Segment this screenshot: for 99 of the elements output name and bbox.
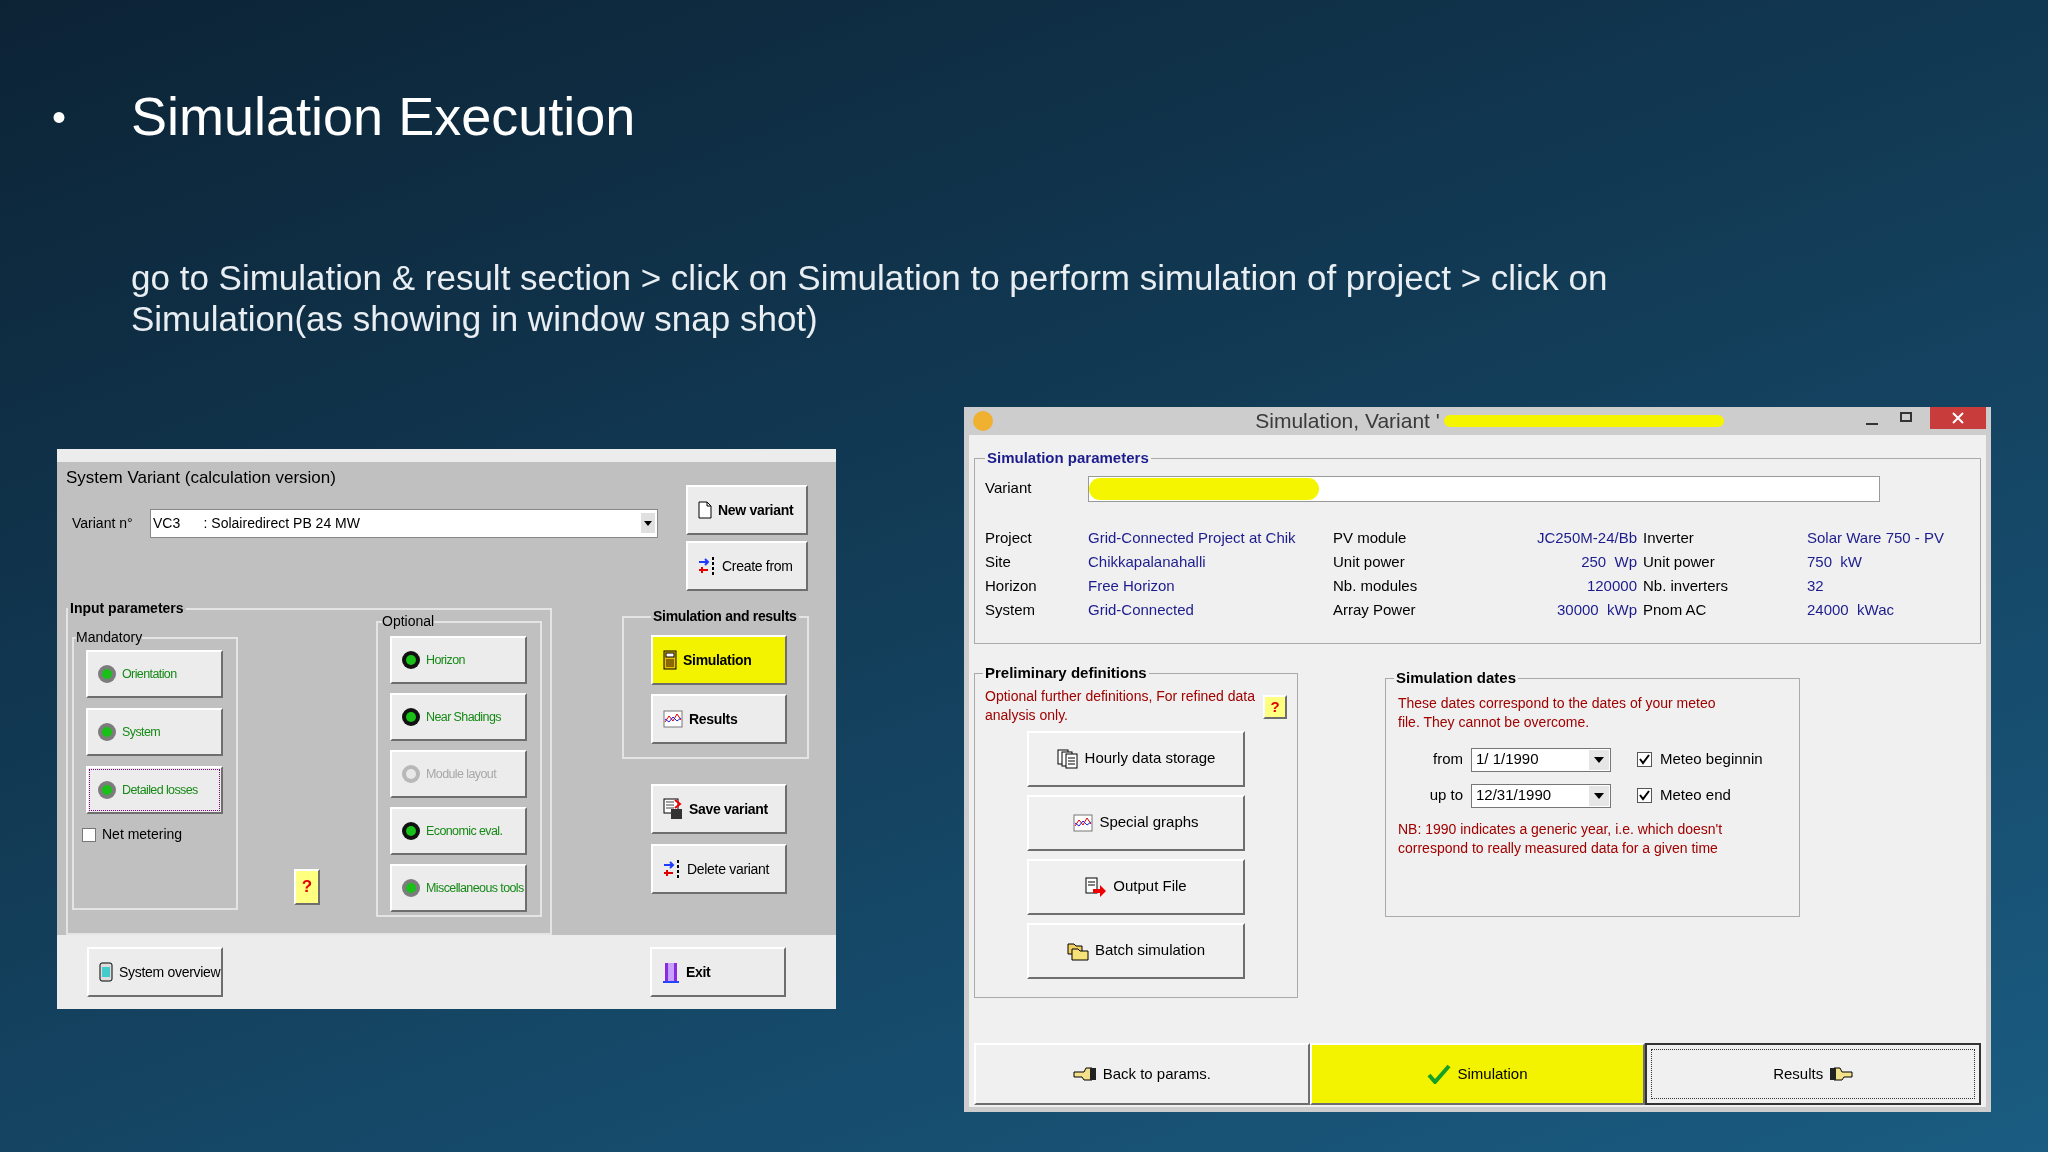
variant-button[interactable]: Delete variant [651,844,787,894]
group-title: Simulation dates [1395,668,1518,688]
document-icon [698,501,712,519]
parameter-button[interactable]: System [86,708,223,756]
parameter-label: System [985,599,1035,620]
parameter-button[interactable]: Near Shadings [390,693,527,741]
figure-icon [662,961,680,983]
date-dropdown[interactable]: 1/ 1/1990 [1471,747,1611,772]
parameter-value: Grid-Connected [1088,599,1194,620]
parameter-button[interactable]: Horizon [390,636,527,684]
parameter-value: Free Horizon [1088,575,1175,596]
option-button[interactable]: Hourly data storage [1027,730,1245,787]
checkbox-label: Net metering [102,825,183,844]
chart-icon [1073,813,1094,832]
clipboard-icon [99,962,113,982]
floppy-icon [663,798,683,820]
parameter-label: PV module [1333,527,1407,548]
bullet: • [52,93,67,141]
folders-icon [1066,940,1089,961]
checkbox-label: Meteo beginnin [1660,749,1763,770]
parameter-value: 750 kW [1806,551,1863,572]
footer-button[interactable]: Results [1645,1043,1981,1105]
document-arrow-icon [1085,876,1108,897]
checkbox[interactable] [1637,752,1652,767]
group-title: Mandatory [76,628,143,647]
help-button[interactable]: ? [294,869,320,905]
group-title: Simulation parameters [986,448,1150,468]
caret-icon [1589,749,1609,770]
parameter-value: Solar Ware 750 - PV [1806,527,1944,548]
variant-button[interactable]: Save variant [651,784,787,834]
caret-icon [641,513,655,533]
arrows-icon [698,556,716,576]
parameter-value: JC250M-24/Bb [1536,527,1638,548]
window-title: System Variant (calculation version) [66,467,336,489]
variant-button[interactable]: Create from [686,541,808,591]
parameter-label: Nb. modules [1333,575,1418,596]
parameter-value: 30000 kWp [1556,599,1638,620]
footer-button[interactable]: Back to params. [974,1043,1310,1105]
check-icon [1427,1064,1452,1084]
checkbox[interactable] [82,827,96,842]
parameter-label: Horizon [985,575,1037,596]
parameter-label: Project [985,527,1032,548]
parameter-value: 120000 [1586,575,1638,596]
parameter-value: 250 Wp [1581,551,1638,572]
chart-icon [663,710,683,728]
checkbox-label: Meteo end [1660,785,1731,806]
option-button[interactable]: Batch simulation [1027,922,1245,979]
parameter-label: Pnom AC [1643,599,1707,620]
variant-label: Variant [985,478,1033,499]
variant-label: Variant n° [72,513,134,533]
close-button[interactable] [1930,407,1986,429]
results-group-button[interactable]: Results [651,694,787,744]
note-text: NB: 1990 indicates a generic year, i.e. which doesn't correspond to really measured data for a given time [1398,819,1724,858]
help-button[interactable]: ? [1263,694,1287,719]
slide-title: Simulation Execution [131,85,636,148]
app-icon [973,411,993,431]
parameter-label: Nb. inverters [1643,575,1729,596]
caret-icon [1589,785,1609,806]
variant-field[interactable] [1088,475,1880,502]
group-title: Input parameters [69,599,185,618]
hand-icon [1072,1066,1097,1082]
hand-icon [1829,1066,1854,1082]
pages-icon [1056,748,1079,769]
parameter-label: Inverter [1643,527,1694,548]
date-label: from [1432,749,1464,770]
window-button[interactable]: Exit [650,947,786,997]
arrows-icon [663,859,681,879]
date-label: up to [1428,785,1464,806]
footer-button[interactable]: Simulation [1309,1043,1646,1105]
date-dropdown[interactable]: 12/31/1990 [1471,783,1611,808]
variant-button[interactable]: New variant [686,485,808,535]
parameter-label: Site [985,551,1011,572]
calculator-icon [663,650,677,670]
parameter-button[interactable]: Orientation [86,650,223,698]
close-icon [1952,412,1964,424]
parameter-value: Chikkapalanahalli [1088,551,1206,572]
group-title: Simulation and results [652,607,798,626]
parameter-value: 24000 kWac [1806,599,1894,620]
note-text: These dates correspond to the dates of your meteo file. They cannot be overcome. [1398,693,1717,732]
parameter-label: Unit power [1643,551,1715,572]
parameter-label: Unit power [1333,551,1405,572]
group-title: Preliminary definitions [984,663,1148,683]
window-button[interactable]: System overview [87,947,223,997]
parameter-button[interactable]: Miscellaneous tools [390,864,527,912]
maximize-icon[interactable] [1900,412,1912,422]
parameter-button[interactable]: Economic eval. [390,807,527,855]
checkbox[interactable] [1637,788,1652,803]
parameter-label: Array Power [1333,599,1416,620]
parameter-button[interactable]: Detailed losses [86,766,223,814]
option-button[interactable]: Special graphs [1027,794,1245,851]
group-title: Optional [382,612,435,631]
results-group-button[interactable]: Simulation [651,635,787,685]
variant-dropdown[interactable]: VC3 : Solairedirect PB 24 MW [150,508,658,538]
note-text: Optional further definitions, For refined data analysis only. [985,686,1257,725]
window-title: Simulation, Variant ' [1255,408,1440,435]
option-button[interactable]: Output File [1027,858,1245,915]
parameter-value: 32 [1806,575,1824,596]
slide-body-text: go to Simulation & result section > click on Simulation to perform simulation of project > click on Simulation(as showing in window snap shot) [131,257,1609,339]
parameter-value: Grid-Connected Project at Chik [1088,527,1296,548]
